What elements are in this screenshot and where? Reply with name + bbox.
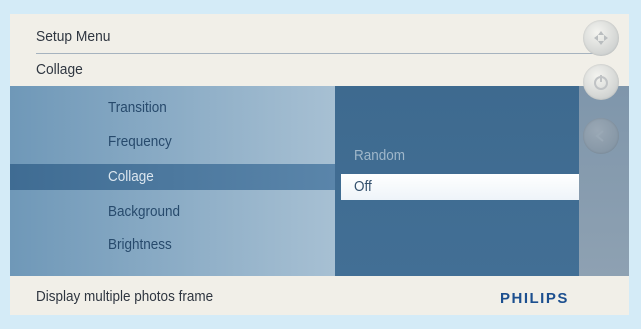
option-off[interactable]: Off: [354, 175, 372, 199]
menu-item-frequency[interactable]: Frequency: [108, 130, 172, 154]
navigation-icon[interactable]: [583, 20, 619, 56]
status-description: Display multiple photos frame: [36, 288, 214, 305]
header-divider: [36, 53, 599, 54]
menu-selection-highlight: [10, 164, 335, 190]
breadcrumb: Collage: [36, 61, 83, 78]
side-panel: [579, 86, 629, 276]
power-icon[interactable]: [583, 64, 619, 100]
brand-logo: PHILIPS: [500, 290, 569, 307]
menu-item-collage[interactable]: Collage: [108, 165, 154, 189]
menu-item-brightness[interactable]: Brightness: [108, 233, 172, 257]
setup-screen: Setup Menu Collage Transition Frequency …: [10, 14, 629, 315]
back-icon[interactable]: [583, 118, 619, 154]
option-off-highlight[interactable]: [341, 174, 579, 200]
page-title: Setup Menu: [36, 28, 111, 45]
option-random[interactable]: Random: [354, 144, 405, 168]
menu-item-background[interactable]: Background: [108, 200, 180, 224]
menu-item-transition[interactable]: Transition: [108, 96, 167, 120]
